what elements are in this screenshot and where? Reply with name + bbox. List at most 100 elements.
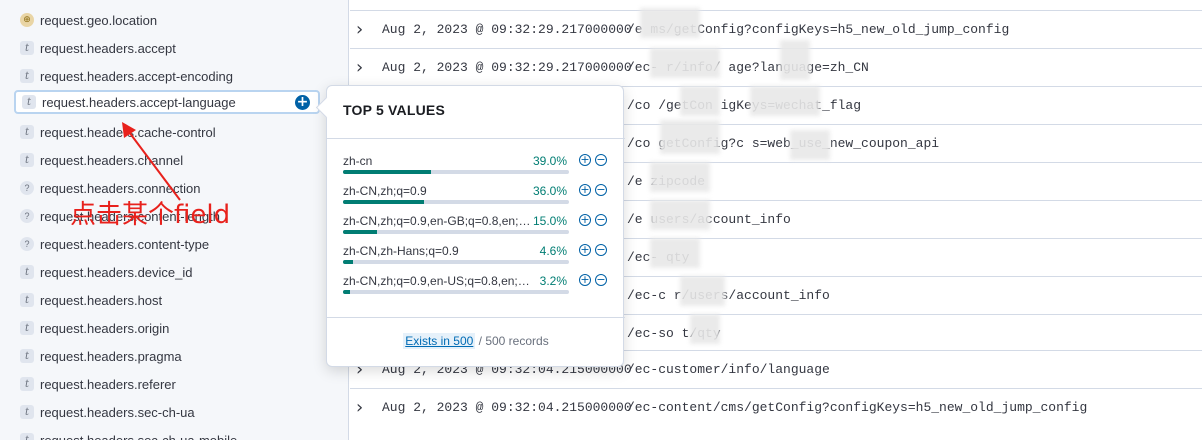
top-value-bar <box>343 290 569 294</box>
exists-in-link[interactable]: Exists in 500 <box>403 333 476 349</box>
top-value-label: zh-CN,zh;q=0.9 <box>343 184 427 198</box>
row-timestamp: Aug 2, 2023 @ 09:32:29.217000000 <box>382 22 632 37</box>
sidebar-field-item[interactable]: t request.headers.device_id <box>14 260 320 284</box>
sidebar-field-name: request.headers.origin <box>40 320 170 336</box>
top-value-percent: 36.0% <box>532 184 567 198</box>
filter-for-value-icon[interactable]: + <box>579 214 591 226</box>
table-row: › Aug 2, 2023 @ 09:32:29.217000000/ec- r/… <box>350 48 1202 86</box>
top-value-percent: 39.0% <box>532 154 567 168</box>
sidebar-field-item[interactable]: t request.headers.accept <box>14 36 320 60</box>
redaction-blur <box>680 276 725 306</box>
table-row: › Aug 2, 2023 @ 09:32:04.215000000/ec-con… <box>350 388 1202 426</box>
string-type-icon: t <box>20 349 34 363</box>
top-value-label: zh-CN,zh;q=0.9,en-GB;q=0.8,en;q=0.7 <box>343 214 533 228</box>
filter-out-value-icon[interactable]: − <box>595 274 607 286</box>
filter-out-value-icon[interactable]: − <box>595 184 607 196</box>
redaction-blur <box>650 162 710 192</box>
sidebar-field-item[interactable]: t request.headers.sec-ch-ua <box>14 400 320 424</box>
sidebar-field-name: request.headers.sec-ch-ua-mobile <box>40 432 238 440</box>
top-value-percent: 15.0% <box>532 214 567 228</box>
top-value-bar <box>343 200 569 204</box>
top-value-bar <box>343 260 569 264</box>
filter-out-value-icon[interactable]: − <box>595 244 607 256</box>
sidebar-field-name: request.headers.accept-encoding <box>40 68 233 84</box>
string-type-icon: t <box>20 293 34 307</box>
unknown-type-icon: ? <box>20 237 34 251</box>
string-type-icon: t <box>22 95 36 109</box>
row-request-path: /e users/account_info <box>627 212 791 227</box>
sidebar-field-name: request.geo.location <box>40 12 158 28</box>
top-value-label: zh-CN,zh-Hans;q=0.9 <box>343 244 459 258</box>
row-request-path: /e ms/getConfig?configKeys=h5_new_old_ju… <box>627 22 1010 37</box>
string-type-icon: t <box>20 377 34 391</box>
popover-footer: Exists in 500 / 500 records <box>327 333 625 349</box>
redaction-blur <box>690 314 720 344</box>
top-values-popover: TOP 5 VALUES zh-cn 39.0% + − zh-CN,zh;q=0.9 3… <box>326 85 625 367</box>
filter-out-value-icon[interactable]: − <box>595 154 607 166</box>
row-request-path: /ec- qty <box>627 250 689 265</box>
sidebar-field-item[interactable]: t request.headers.host <box>14 288 320 312</box>
records-count-text: / 500 records <box>475 334 549 348</box>
string-type-icon: t <box>20 321 34 335</box>
top-value-item: zh-cn 39.0% + − <box>343 154 613 184</box>
row-request-path: /ec-customer/info/language <box>627 362 830 377</box>
globe-icon: ⊕ <box>20 13 34 27</box>
sidebar-field-item[interactable]: ? request.headers.content-type <box>14 232 320 256</box>
top-value-item: zh-CN,zh-Hans;q=0.9 4.6% + − <box>343 244 613 274</box>
string-type-icon: t <box>20 41 34 55</box>
add-field-button[interactable]: + <box>295 95 310 110</box>
chevron-right-icon[interactable]: › <box>356 57 382 78</box>
filter-for-value-icon[interactable]: + <box>579 184 591 196</box>
sidebar-field-item[interactable]: t request.headers.pragma <box>14 344 320 368</box>
chevron-right-icon[interactable]: › <box>356 19 382 40</box>
filter-out-value-icon[interactable]: − <box>595 214 607 226</box>
top-value-item: zh-CN,zh;q=0.9,en-GB;q=0.8,en;q=0.7 15.0%… <box>343 214 613 244</box>
sidebar-field-item[interactable]: ⊕ request.geo.location <box>14 8 320 32</box>
top-value-bar-fill <box>343 290 351 294</box>
top-value-percent: 3.2% <box>539 274 567 288</box>
sidebar-field-name: request.headers.referer <box>40 376 176 392</box>
redaction-blur <box>650 48 720 78</box>
sidebar-field-item[interactable]: t request.headers.accept-encoding <box>14 64 320 88</box>
top-value-label: zh-CN,zh;q=0.9,en-US;q=0.8,en;q=0.7 <box>343 274 533 288</box>
redaction-blur <box>750 86 820 116</box>
sidebar-field-item[interactable]: t request.headers.referer <box>14 372 320 396</box>
top-value-bar-fill <box>343 260 354 264</box>
top-value-bar-fill <box>343 200 425 204</box>
sidebar-field-item[interactable]: t request.headers.origin <box>14 316 320 340</box>
popover-divider-bottom <box>327 317 625 318</box>
row-request-path: /ec-content/cms/getConfig?configKeys=h5_… <box>627 400 1088 415</box>
sidebar-field-item[interactable]: t request.headers.sec-ch-ua-mobile <box>14 428 320 440</box>
unknown-type-icon: ? <box>20 181 34 195</box>
top-value-item: zh-CN,zh;q=0.9 36.0% + − <box>343 184 613 214</box>
top-value-bar-fill <box>343 230 377 234</box>
filter-for-value-icon[interactable]: + <box>579 154 591 166</box>
unknown-type-icon: ? <box>20 209 34 223</box>
filter-for-value-icon[interactable]: + <box>579 274 591 286</box>
redaction-blur <box>780 40 810 80</box>
sidebar-field-name: request.headers.sec-ch-ua <box>40 404 195 420</box>
redaction-blur <box>650 238 700 268</box>
redaction-blur <box>640 8 700 38</box>
redaction-blur <box>680 86 720 116</box>
sidebar-field-item[interactable]: t request.headers.accept-language + <box>14 90 320 114</box>
top-value-label: zh-cn <box>343 154 373 168</box>
string-type-icon: t <box>20 265 34 279</box>
row-timestamp: Aug 2, 2023 @ 09:32:04.215000000 <box>382 400 632 415</box>
sidebar-field-name: request.headers.host <box>40 292 163 308</box>
string-type-icon: t <box>20 125 34 139</box>
redaction-blur <box>650 200 710 230</box>
top-value-item: zh-CN,zh;q=0.9,en-US;q=0.8,en;q=0.7 3.2% +… <box>343 274 613 304</box>
row-request-path: /e zipcode <box>627 174 705 189</box>
popover-divider-top <box>327 138 625 139</box>
chevron-right-icon[interactable]: › <box>356 397 382 418</box>
sidebar-field-name: request.headers.pragma <box>40 348 182 364</box>
string-type-icon: t <box>20 153 34 167</box>
annotation-text: 点击某个field <box>70 200 231 230</box>
row-timestamp: Aug 2, 2023 @ 09:32:29.217000000 <box>382 60 632 75</box>
filter-for-value-icon[interactable]: + <box>579 244 591 256</box>
redaction-blur <box>660 120 720 154</box>
top-value-percent: 4.6% <box>539 244 567 258</box>
table-row: › Aug 2, 2023 @ 09:32:29.217000000/e ms/g… <box>350 10 1202 48</box>
popover-title: TOP 5 VALUES <box>343 102 445 118</box>
